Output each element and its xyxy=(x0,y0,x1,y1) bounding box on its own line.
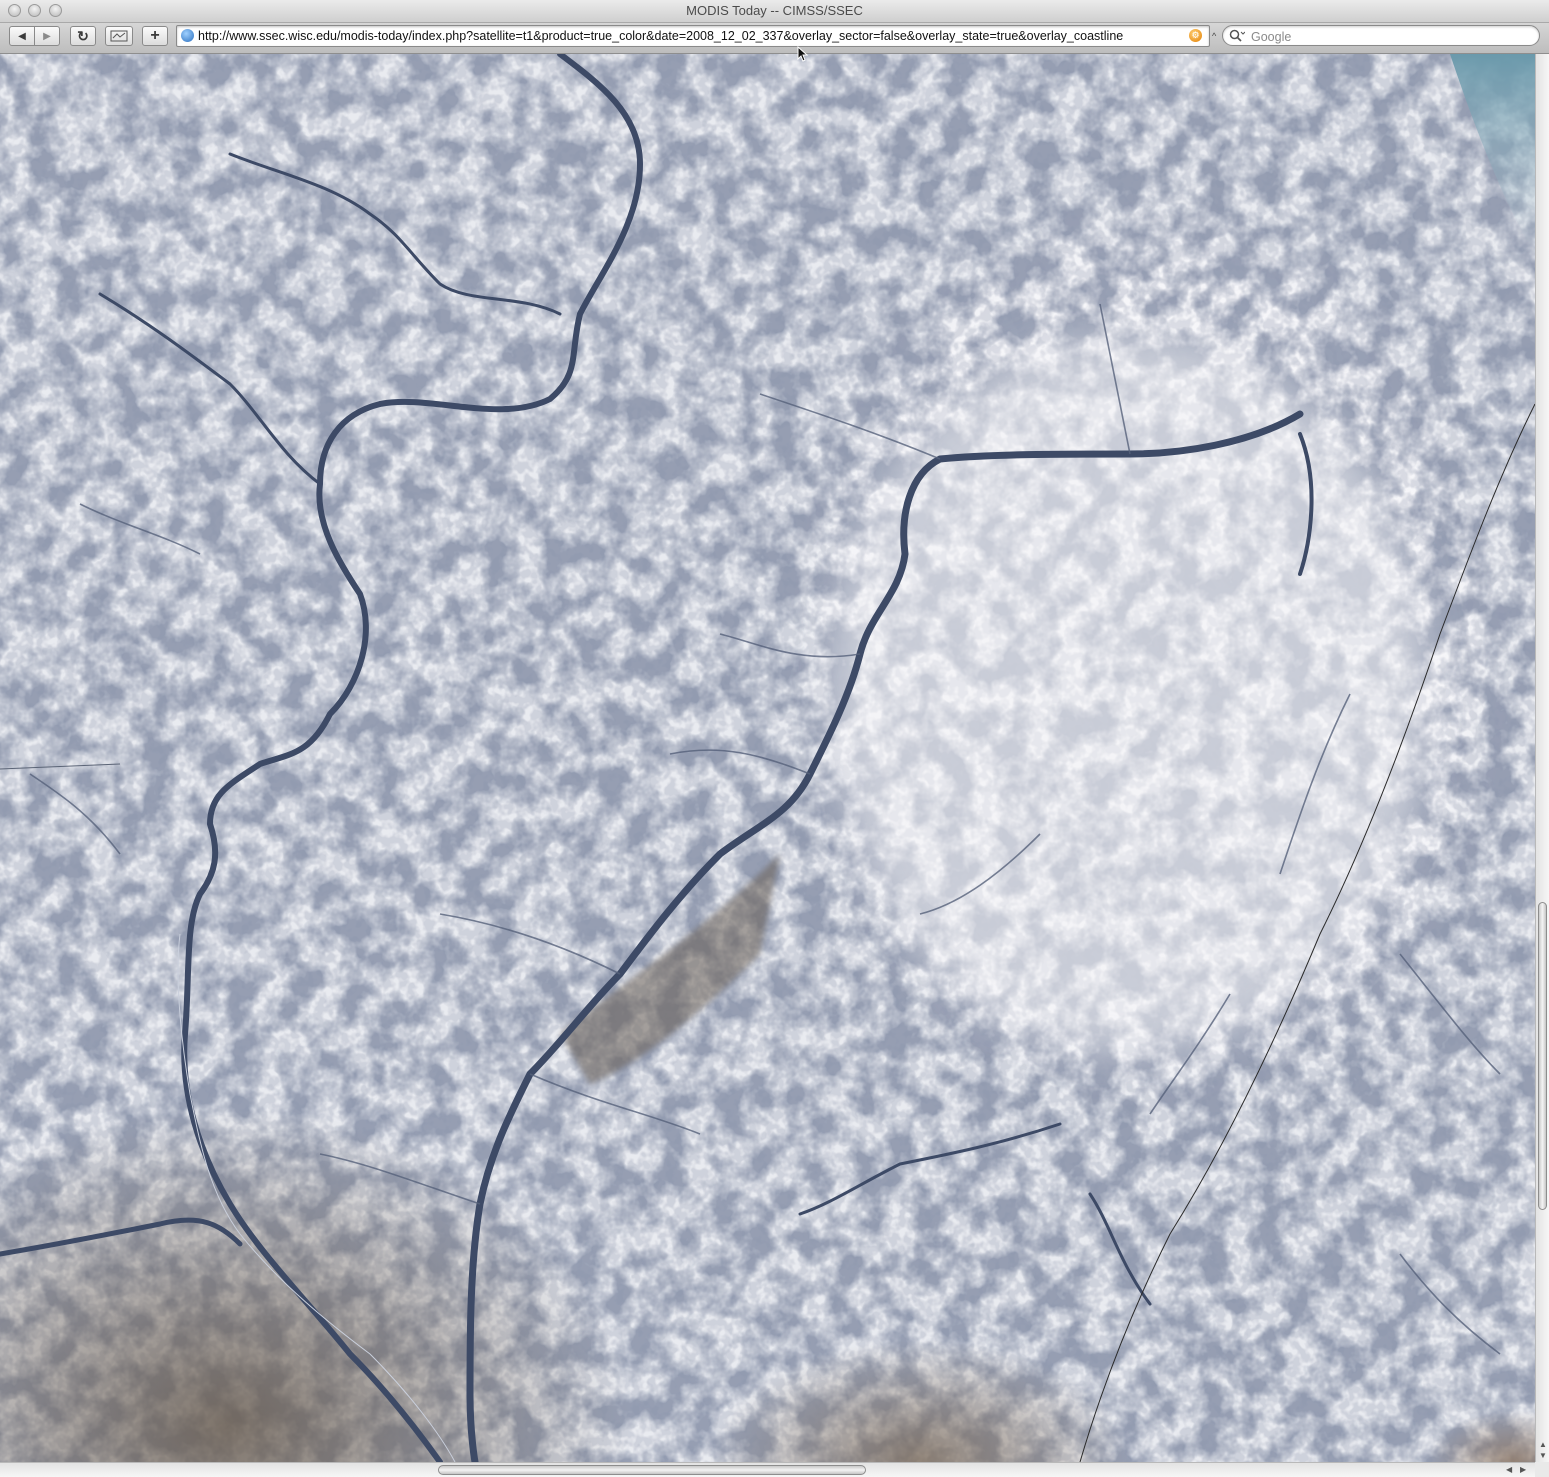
reload-button[interactable]: ↻ xyxy=(70,26,96,46)
scroll-down-arrow-icon[interactable]: ▼ xyxy=(1539,1451,1547,1460)
scroll-left-arrow-icon[interactable]: ◀ xyxy=(1506,1465,1512,1474)
satellite-image xyxy=(0,54,1535,1462)
add-bookmark-button[interactable]: + xyxy=(142,26,168,46)
horizontal-scroll-thumb[interactable] xyxy=(438,1465,866,1475)
title-bar: MODIS Today -- CIMSS/SSEC xyxy=(0,0,1549,23)
back-arrow-icon: ◀ xyxy=(18,30,26,42)
page-content xyxy=(0,54,1535,1462)
vertical-scroll-thumb[interactable] xyxy=(1538,902,1547,1210)
back-button[interactable]: ◀ xyxy=(9,26,35,46)
window-title: MODIS Today -- CIMSS/SSEC xyxy=(686,3,863,18)
reload-icon: ↻ xyxy=(77,27,89,44)
url-dropdown-icon[interactable]: ^ xyxy=(1212,31,1216,41)
search-field[interactable] xyxy=(1222,25,1540,46)
search-input[interactable] xyxy=(1249,27,1533,46)
scroll-up-arrow-icon[interactable]: ▲ xyxy=(1539,1440,1547,1449)
vertical-scrollbar[interactable]: ▲ ▼ xyxy=(1535,54,1549,1462)
browser-toolbar: ◀ ▶ ↻ + http://www.ssec.wisc.edu/modis-t… xyxy=(0,23,1549,54)
horizontal-scrollbar[interactable]: ◀ ▶ xyxy=(0,1462,1535,1477)
address-bar[interactable]: http://www.ssec.wisc.edu/modis-today/ind… xyxy=(176,25,1210,47)
forward-button[interactable]: ▶ xyxy=(34,26,60,46)
plus-icon: + xyxy=(150,27,160,44)
search-icon xyxy=(1229,29,1245,42)
forward-arrow-icon: ▶ xyxy=(43,30,51,42)
rss-icon[interactable]: ⚙ xyxy=(1189,29,1202,42)
globe-icon xyxy=(181,29,194,42)
scroll-corner xyxy=(1535,1462,1549,1477)
mouse-cursor-icon xyxy=(797,46,809,62)
snapback-icon xyxy=(110,30,128,42)
snapback-button[interactable] xyxy=(105,26,133,46)
scroll-right-arrow-icon[interactable]: ▶ xyxy=(1520,1465,1526,1474)
url-text: http://www.ssec.wisc.edu/modis-today/ind… xyxy=(198,29,1124,43)
